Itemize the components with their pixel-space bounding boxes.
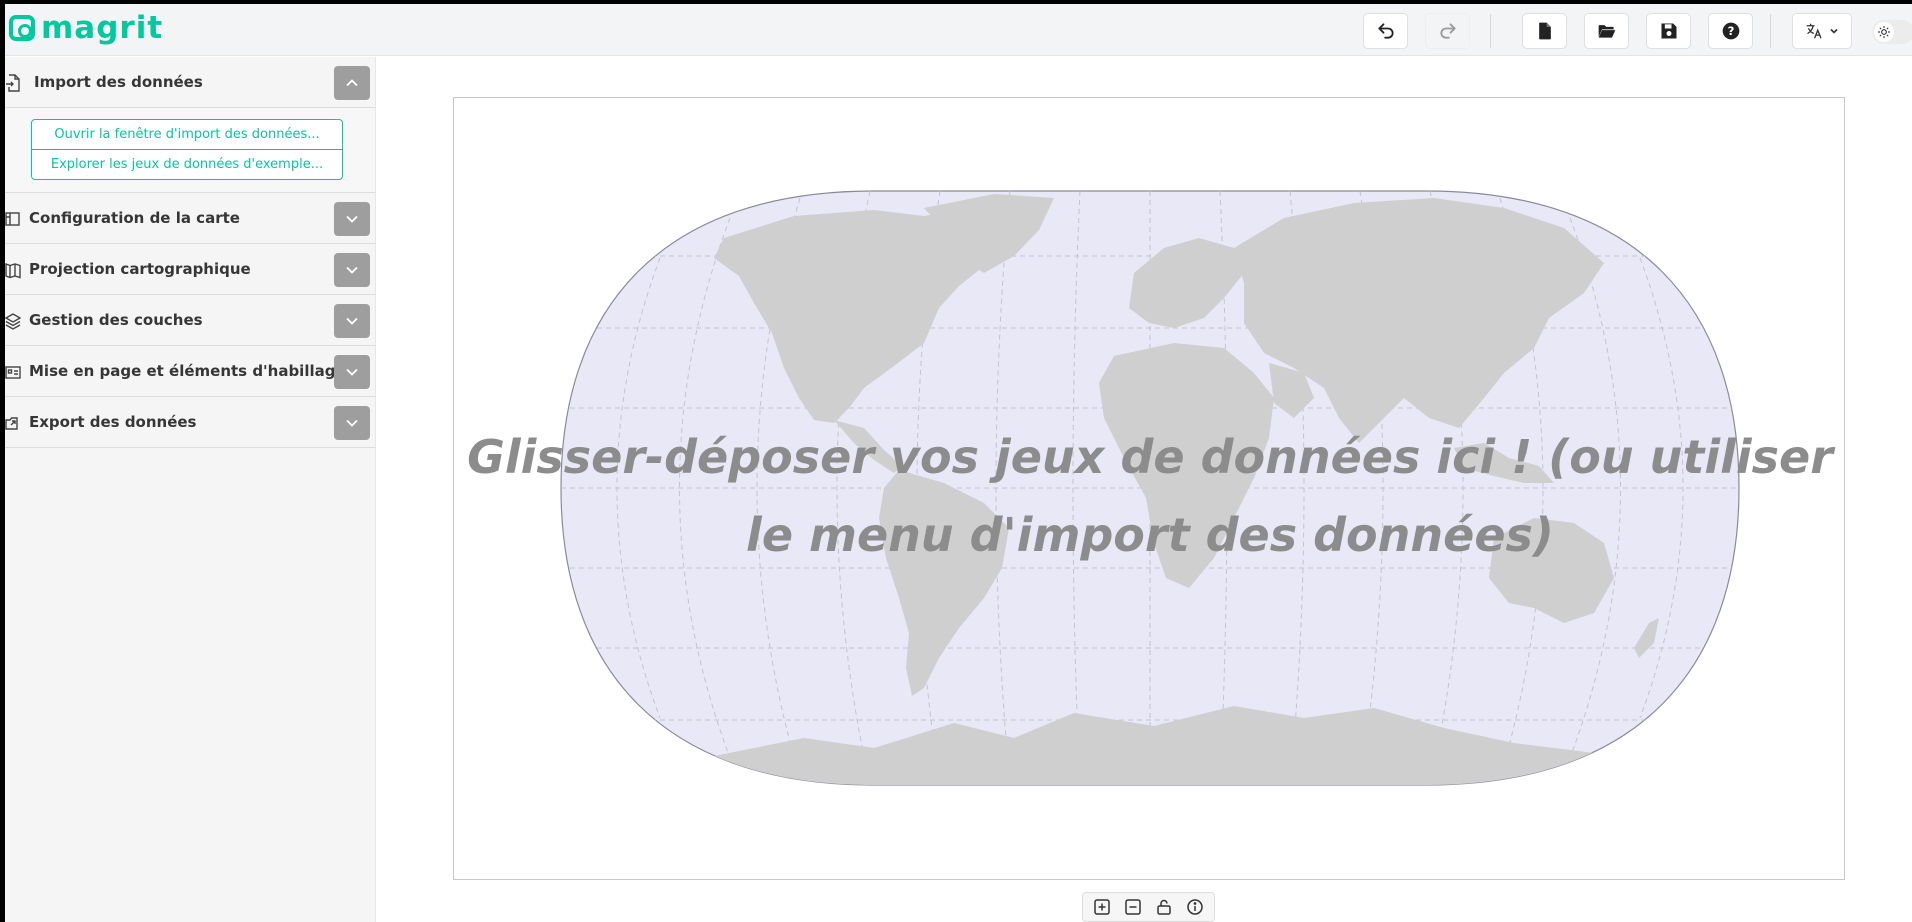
header-separator	[1770, 14, 1771, 48]
collapse-import-button[interactable]	[334, 66, 370, 100]
export-icon	[5, 417, 18, 430]
undo-icon	[1377, 23, 1394, 39]
zoom-out-button[interactable]	[1122, 896, 1144, 918]
section-layers[interactable]: Gestion des couches	[5, 295, 375, 346]
map-toolbar	[1082, 892, 1215, 922]
drop-zone-message: Glisser-déposer vos jeux de données ici …	[454, 418, 1846, 574]
section-map-config[interactable]: Configuration de la carte	[5, 193, 375, 244]
toggle-knob	[1874, 22, 1894, 42]
explore-example-datasets-button[interactable]: Explorer les jeux de données d'exemple..…	[31, 149, 343, 180]
chevron-down-icon	[346, 419, 358, 427]
section-title: Projection cartographique	[29, 260, 251, 278]
folder-open-icon	[1598, 25, 1615, 38]
drop-message-line2: le menu d'import des données)	[746, 508, 1554, 562]
map-config-icon	[5, 212, 20, 226]
theme-toggle[interactable]	[1872, 20, 1912, 44]
section-title: Import des données	[34, 73, 203, 91]
section-layout[interactable]: Mise en page et éléments d'habillage	[5, 346, 375, 397]
info-icon	[1186, 899, 1203, 915]
section-title: Export des données	[29, 413, 197, 431]
drop-message-line1: Glisser-déposer vos jeux de données ici …	[467, 430, 1833, 484]
section-title: Mise en page et éléments d'habillage	[29, 362, 346, 380]
chevron-down-icon	[346, 215, 358, 223]
section-title: Gestion des couches	[29, 311, 203, 329]
chevron-down-icon	[346, 317, 358, 325]
expand-layout-button[interactable]	[334, 355, 370, 389]
zoom-in-button[interactable]	[1091, 896, 1113, 918]
expand-layers-button[interactable]	[334, 304, 370, 338]
left-sidebar: Import des données Ouvrir la fenêtre d'i…	[5, 57, 376, 922]
expand-export-button[interactable]	[334, 406, 370, 440]
unlock-icon	[1157, 899, 1171, 915]
file-import-icon	[6, 74, 20, 92]
open-project-button[interactable]	[1584, 13, 1629, 49]
chevron-down-icon	[346, 368, 358, 376]
question-icon: ?	[1722, 22, 1739, 40]
map-frame[interactable]: Glisser-déposer vos jeux de données ici …	[453, 97, 1845, 880]
section-import[interactable]: Import des données	[5, 57, 375, 108]
chevron-up-icon	[346, 79, 358, 87]
info-button[interactable]	[1184, 896, 1206, 918]
import-section-body: Ouvrir la fenêtre d'import des données..…	[5, 108, 375, 193]
layout-icon	[5, 366, 21, 379]
zoom-out-icon	[1125, 899, 1141, 915]
redo-button[interactable]	[1425, 13, 1470, 49]
lock-button[interactable]	[1153, 896, 1175, 918]
header-separator	[1490, 14, 1491, 48]
magrit-logo-icon	[9, 15, 35, 41]
new-project-button[interactable]	[1522, 13, 1567, 49]
translate-icon	[1806, 23, 1822, 39]
section-export[interactable]: Export des données	[5, 397, 375, 448]
expand-projection-button[interactable]	[334, 253, 370, 287]
chevron-down-icon	[346, 266, 358, 274]
section-projection[interactable]: Projection cartographique	[5, 244, 375, 295]
app-name: magrit	[41, 10, 164, 46]
floppy-icon	[1661, 23, 1676, 39]
header-bar: magrit ?	[5, 4, 1912, 56]
language-selector[interactable]	[1792, 13, 1852, 49]
svg-text:?: ?	[1727, 24, 1734, 38]
redo-icon	[1439, 23, 1456, 39]
sun-icon	[1878, 26, 1890, 38]
map-projection-icon	[5, 262, 21, 279]
save-project-button[interactable]	[1646, 13, 1691, 49]
help-button[interactable]: ?	[1708, 13, 1753, 49]
open-import-window-button[interactable]: Ouvrir la fenêtre d'import des données..…	[31, 119, 343, 150]
app-logo[interactable]: magrit	[9, 10, 164, 46]
expand-map-config-button[interactable]	[334, 202, 370, 236]
chevron-down-icon	[1830, 28, 1838, 34]
zoom-in-icon	[1094, 899, 1111, 915]
section-title: Configuration de la carte	[29, 209, 240, 227]
undo-button[interactable]	[1363, 13, 1408, 49]
file-icon	[1538, 22, 1551, 40]
layers-icon	[5, 313, 21, 330]
